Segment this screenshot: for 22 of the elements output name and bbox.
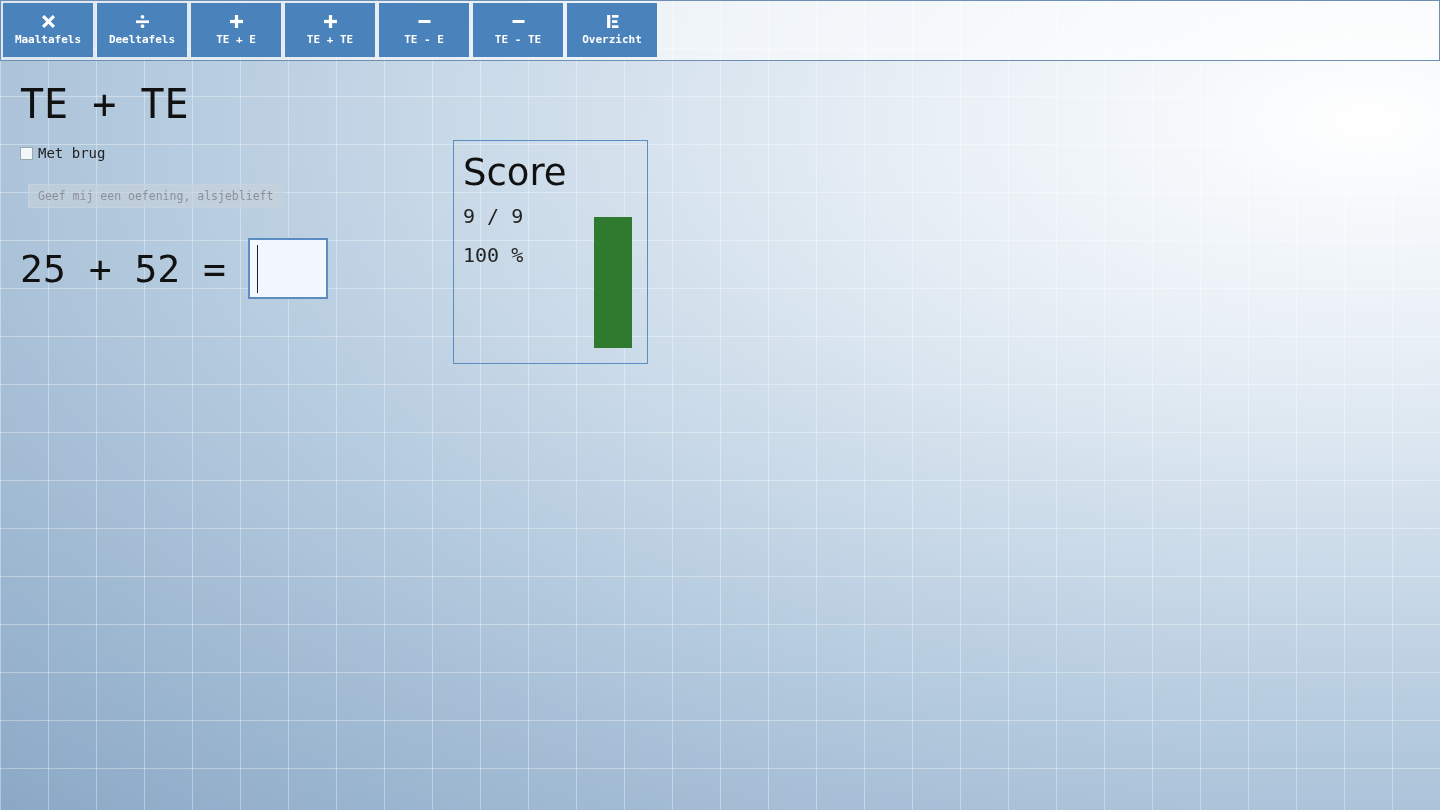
answer-field[interactable] xyxy=(247,238,328,299)
toolbar-button[interactable]: TE - E xyxy=(379,3,469,57)
toolbar-button[interactable]: Maaltafels xyxy=(3,3,93,57)
plus-icon xyxy=(229,14,243,28)
exercise-question: 25 + 52 = xyxy=(20,246,226,291)
toolbar-button[interactable]: Overzicht xyxy=(567,3,657,57)
plus-icon xyxy=(323,14,337,28)
minus-icon xyxy=(511,19,525,23)
checkbox[interactable] xyxy=(20,146,33,160)
divide-icon xyxy=(135,14,149,28)
minus-icon xyxy=(417,19,431,23)
toolbar-button[interactable]: Deeltafels xyxy=(97,3,187,57)
multiply-icon xyxy=(41,14,55,28)
toolbar-button[interactable]: TE - TE xyxy=(473,3,563,57)
checkbox-label: Met brug xyxy=(38,145,106,161)
toolbar-button[interactable]: TE + TE xyxy=(285,3,375,57)
page-title: TE + TE xyxy=(20,81,190,127)
score-percent: 100 % xyxy=(463,243,525,267)
score-count: 9 / 9 xyxy=(463,204,525,228)
list-icon xyxy=(605,14,619,28)
score-title: Score xyxy=(463,151,567,194)
toolbar-button[interactable]: TE + E xyxy=(191,3,281,57)
